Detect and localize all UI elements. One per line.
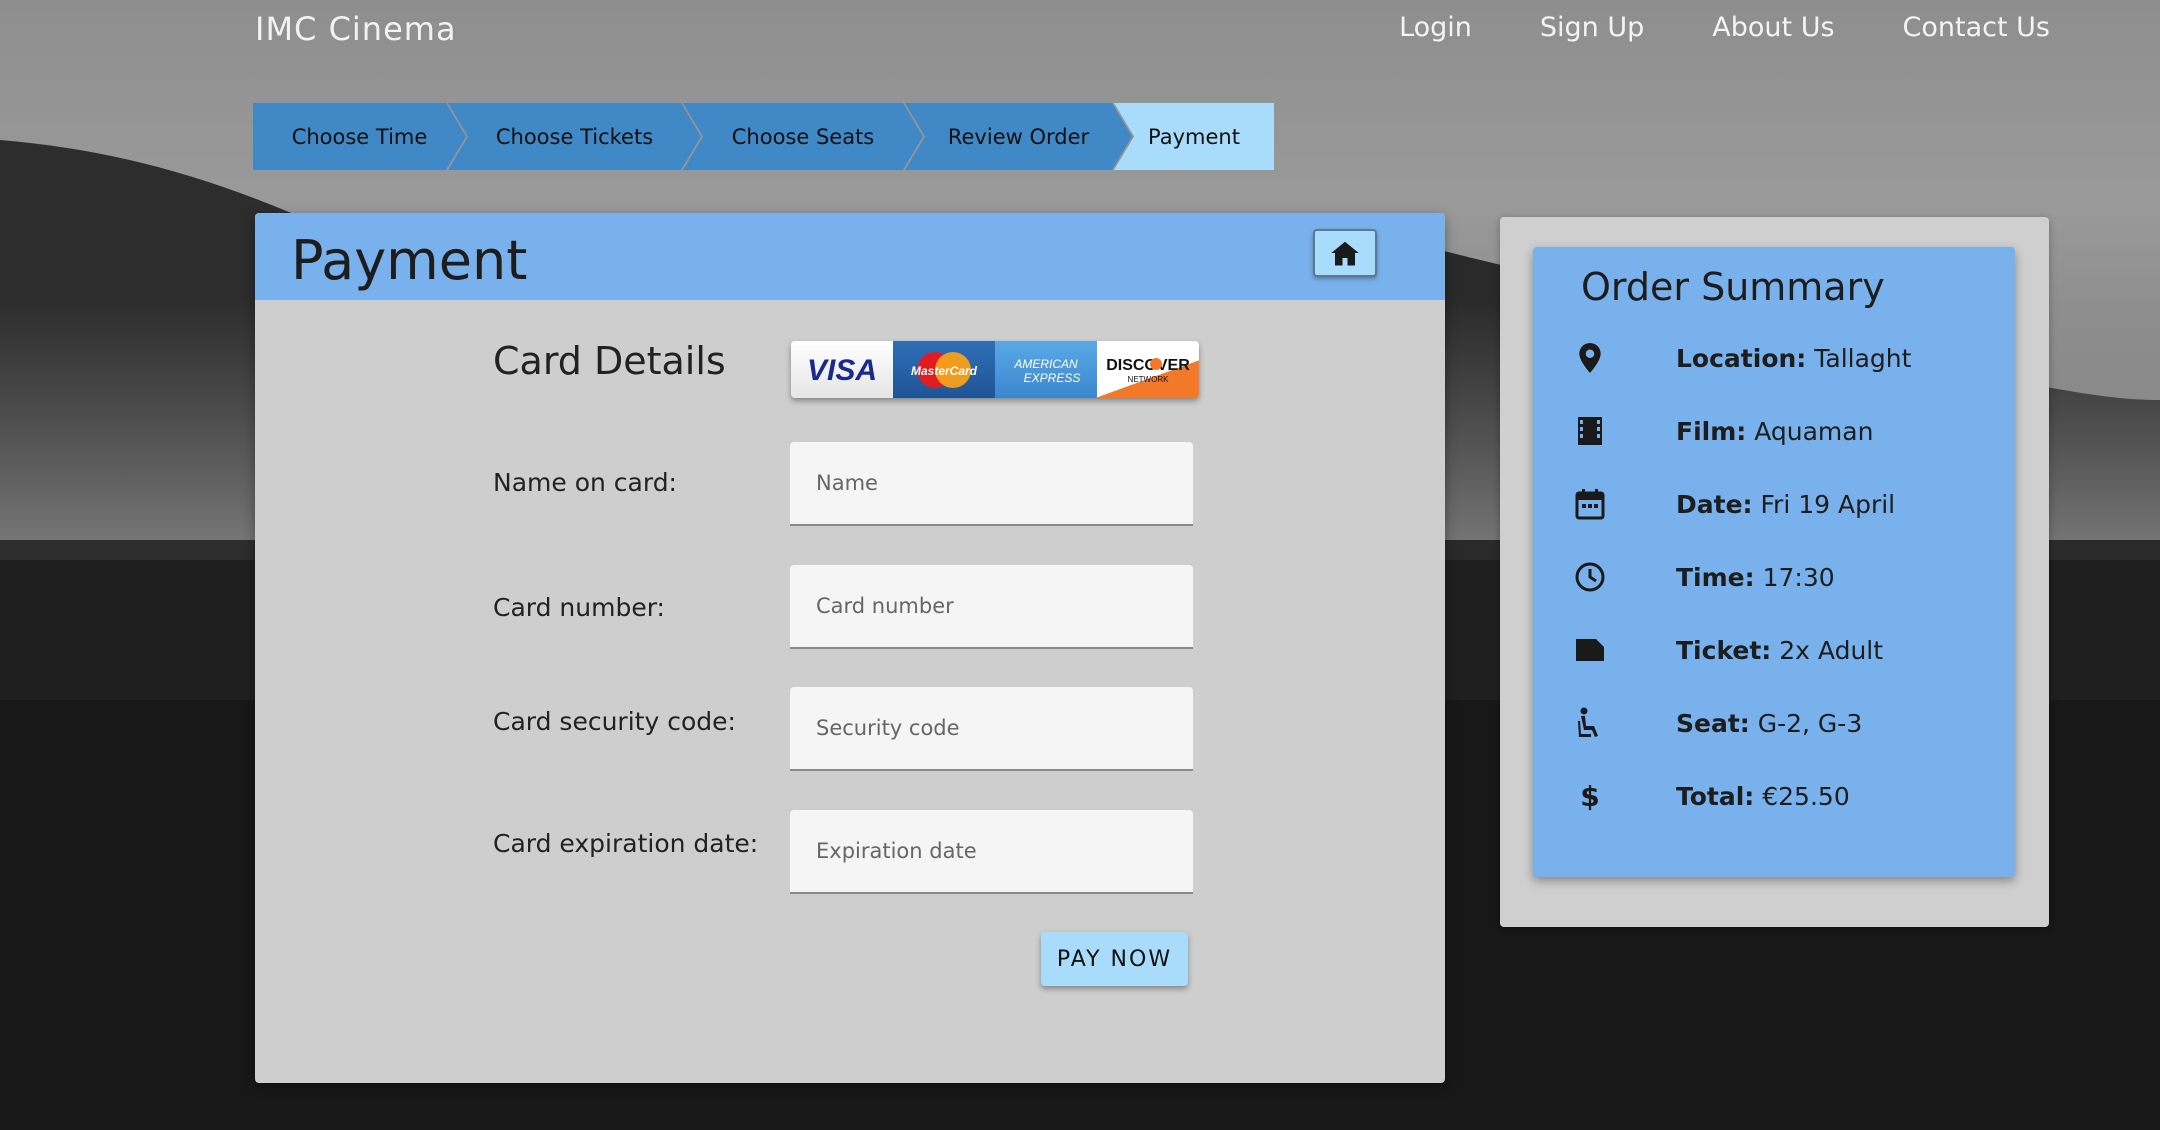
- step-review-order[interactable]: Review Order: [905, 103, 1132, 170]
- film-icon: [1573, 414, 1607, 448]
- pay-now-button[interactable]: PAY NOW: [1041, 932, 1188, 986]
- order-summary-title: Order Summary: [1581, 265, 1885, 309]
- step-payment[interactable]: Payment: [1114, 103, 1274, 170]
- step-choose-tickets[interactable]: Choose Tickets: [448, 103, 701, 170]
- card-number-field-row: Card number:: [493, 565, 1213, 649]
- nav-signup-link[interactable]: Sign Up: [1540, 12, 1644, 43]
- summary-row-location: Location: Tallaght: [1573, 338, 1911, 378]
- summary-key: Time:: [1676, 562, 1755, 592]
- order-summary-card: Order Summary Location: Tallaght Film: A…: [1533, 247, 2015, 877]
- home-button[interactable]: [1313, 229, 1377, 277]
- svg-text:DISCOVER: DISCOVER: [1106, 357, 1190, 374]
- discover-logo-icon: DISCOVER NETWORK: [1097, 341, 1199, 398]
- nav-login-link[interactable]: Login: [1399, 12, 1472, 43]
- brand-logo-text[interactable]: IMC Cinema: [255, 10, 457, 48]
- top-navbar: IMC Cinema Login Sign Up About Us Contac…: [0, 0, 2160, 60]
- name-on-card-input[interactable]: [790, 442, 1193, 526]
- calendar-icon: [1573, 487, 1607, 521]
- card-details-heading: Card Details: [493, 339, 726, 383]
- clock-icon: [1573, 560, 1607, 594]
- summary-value: Fri 19 April: [1752, 489, 1896, 519]
- name-field-row: Name on card:: [493, 442, 1213, 526]
- summary-row-time: Time: 17:30: [1573, 557, 1835, 597]
- security-code-label: Card security code:: [493, 707, 736, 736]
- ticket-icon: [1573, 633, 1607, 667]
- summary-key: Film:: [1676, 416, 1747, 446]
- svg-text:$: $: [1580, 780, 1599, 812]
- step-label: Payment: [1148, 124, 1240, 149]
- step-label: Review Order: [947, 124, 1090, 149]
- expiration-label: Card expiration date:: [493, 829, 759, 858]
- step-label: Choose Tickets: [495, 124, 654, 149]
- svg-text:NETWORK: NETWORK: [1128, 375, 1170, 384]
- summary-key: Location:: [1676, 343, 1807, 373]
- payment-header: Payment: [255, 213, 1445, 300]
- location-pin-icon: [1573, 341, 1607, 375]
- dollar-icon: $: [1573, 779, 1607, 813]
- summary-value: €25.50: [1754, 781, 1850, 811]
- page-title: Payment: [291, 229, 528, 292]
- mastercard-logo-icon: MasterCard: [893, 341, 995, 398]
- summary-row-seat: Seat: G-2, G-3: [1573, 703, 1862, 743]
- summary-value: G-2, G-3: [1749, 708, 1863, 738]
- security-code-input[interactable]: [790, 687, 1193, 771]
- summary-key: Seat:: [1676, 708, 1750, 738]
- step-label: Choose Seats: [731, 124, 875, 149]
- summary-key: Total:: [1676, 781, 1755, 811]
- step-choose-seats[interactable]: Choose Seats: [683, 103, 923, 170]
- summary-row-ticket: Ticket: 2x Adult: [1573, 630, 1883, 670]
- booking-stepper: Choose Time Choose Tickets Choose Seats …: [253, 103, 1274, 170]
- summary-row-total: $ Total: €25.50: [1573, 776, 1849, 816]
- card-number-input[interactable]: [790, 565, 1193, 649]
- name-label: Name on card:: [493, 468, 677, 497]
- security-code-field-row: Card security code:: [493, 687, 1213, 771]
- card-number-label: Card number:: [493, 593, 665, 622]
- expiration-date-input[interactable]: [790, 810, 1193, 894]
- payment-panel: Payment Card Details VISA MasterCard AME…: [255, 213, 1445, 1083]
- expiration-field-row: Card expiration date:: [493, 810, 1213, 894]
- nav-contact-link[interactable]: Contact Us: [1903, 12, 2050, 43]
- step-choose-time[interactable]: Choose Time: [253, 103, 466, 170]
- amex-logo-icon: AMERICAN EXPRESS: [995, 341, 1097, 398]
- summary-value: 17:30: [1754, 562, 1835, 592]
- svg-text:VISA: VISA: [807, 354, 877, 387]
- summary-key: Date:: [1676, 489, 1753, 519]
- svg-text:EXPRESS: EXPRESS: [1024, 371, 1081, 385]
- accepted-cards: VISA MasterCard AMERICAN EXPRESS DISCOVE…: [791, 341, 1199, 398]
- home-icon: [1331, 241, 1359, 266]
- order-summary-panel: Order Summary Location: Tallaght Film: A…: [1500, 217, 2049, 927]
- summary-row-film: Film: Aquaman: [1573, 411, 1873, 451]
- nav-links: Login Sign Up About Us Contact Us: [1399, 12, 2050, 43]
- summary-value: Aquaman: [1746, 416, 1874, 446]
- step-label: Choose Time: [291, 124, 428, 149]
- summary-value: 2x Adult: [1771, 635, 1884, 665]
- svg-text:AMERICAN: AMERICAN: [1013, 357, 1078, 371]
- svg-text:MasterCard: MasterCard: [911, 364, 978, 378]
- nav-about-link[interactable]: About Us: [1712, 12, 1834, 43]
- visa-logo-icon: VISA: [791, 341, 893, 398]
- summary-row-date: Date: Fri 19 April: [1573, 484, 1895, 524]
- seat-icon: [1573, 706, 1607, 740]
- summary-value: Tallaght: [1806, 343, 1912, 373]
- summary-key: Ticket:: [1676, 635, 1772, 665]
